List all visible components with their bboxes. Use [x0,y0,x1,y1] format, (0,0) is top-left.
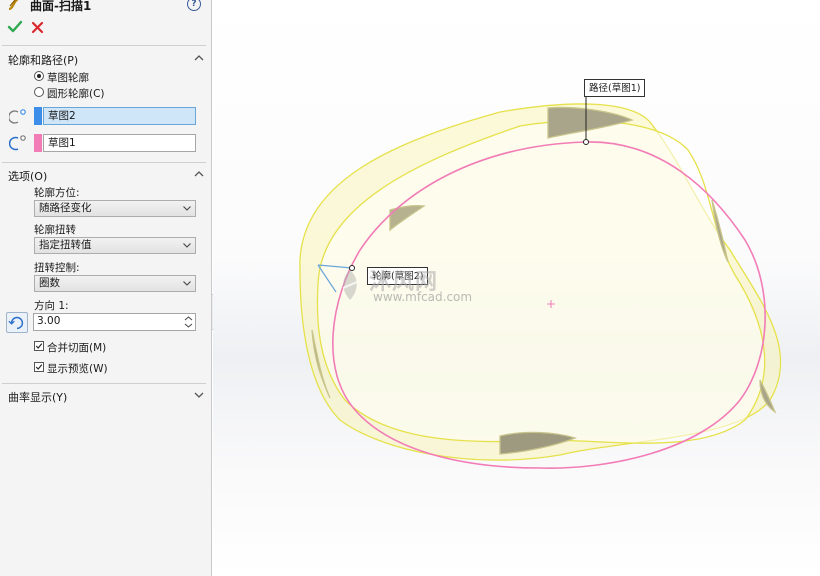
help-icon[interactable]: ? [187,0,201,11]
ok-check-icon[interactable] [7,19,23,35]
chevron-down-icon[interactable] [194,391,204,399]
check-mark-icon [35,343,43,349]
watermark-logo-icon [342,270,358,300]
chevron-up-icon[interactable] [194,54,204,62]
dropdown-value: 指定扭转值 [39,239,92,251]
path-point-icon [583,139,589,145]
sweep-surface-icon [8,0,21,11]
direction-label: 方向 1: [34,300,69,312]
twist-label: 轮廓扭转 [34,224,76,236]
checkbox[interactable] [34,341,44,351]
radio-label: 草图轮廓 [47,72,89,84]
sweep-surface-preview [299,88,782,469]
property-manager-titlebar: 曲面-扫描1 ? [0,0,212,16]
twist-control-dropdown[interactable]: 圈数 [34,275,196,292]
dropdown-value: 圈数 [39,277,60,289]
chevron-down-icon [183,281,191,286]
path-color-swatch [34,134,42,152]
reverse-direction-button[interactable] [6,312,28,333]
dropdown-value: 随路径变化 [39,202,92,214]
section-title: 选项(O) [8,170,48,183]
twist-dropdown[interactable]: 指定扭转值 [34,237,196,254]
radio-button[interactable] [34,87,44,97]
turns-value: 3.00 [37,315,61,327]
orientation-label: 轮廓方位: [34,187,80,199]
spin-arrows-icon[interactable] [183,315,194,329]
feature-title: 曲面-扫描1 [30,0,92,13]
graphics-viewport[interactable]: 路径(草图1) 轮廓(草图2) 沐风网 www.mfcad.com [213,0,820,576]
profile-select-icon [9,109,26,124]
orientation-dropdown[interactable]: 随路径变化 [34,200,196,217]
path-callout-label[interactable]: 路径(草图1) [584,79,646,97]
property-manager-panel: 曲面-扫描1 ? 轮廓和路径(P) 草图轮廓 圆形轮廓(C) 草图2 草图1 选… [0,0,212,576]
section-title: 轮廓和路径(P) [8,54,79,67]
check-mark-icon [35,364,43,370]
profile-selection-field[interactable]: 草图2 [43,107,196,125]
checkbox[interactable] [34,362,44,372]
profile-color-swatch [34,107,42,125]
section-header-options[interactable]: 选项(O) [0,167,212,183]
section-title: 曲率显示(Y) [8,391,68,404]
checkbox-label: 显示预览(W) [47,363,108,375]
divider [2,162,206,163]
path-selection-field[interactable]: 草图1 [43,134,196,152]
chevron-down-icon [183,206,191,211]
cancel-x-icon[interactable] [30,19,46,35]
watermark-url: www.mfcad.com [373,290,473,304]
turns-spinbox[interactable]: 3.00 [33,313,196,331]
radio-button-selected[interactable] [34,71,44,81]
chevron-up-icon[interactable] [194,170,204,178]
section-header-profile-path[interactable]: 轮廓和路径(P) [0,51,212,67]
callout-text: 路径(草图1) [589,83,641,94]
chevron-down-icon [183,243,191,248]
rotate-direction-icon [8,316,24,330]
twist-control-label: 扭转控制: [34,262,80,274]
divider [2,383,206,384]
section-header-curvature[interactable]: 曲率显示(Y) [0,388,212,404]
checkbox-label: 合并切面(M) [47,342,107,354]
path-select-icon [9,135,26,151]
divider [2,45,206,46]
radio-label: 圆形轮廓(C) [47,88,105,100]
